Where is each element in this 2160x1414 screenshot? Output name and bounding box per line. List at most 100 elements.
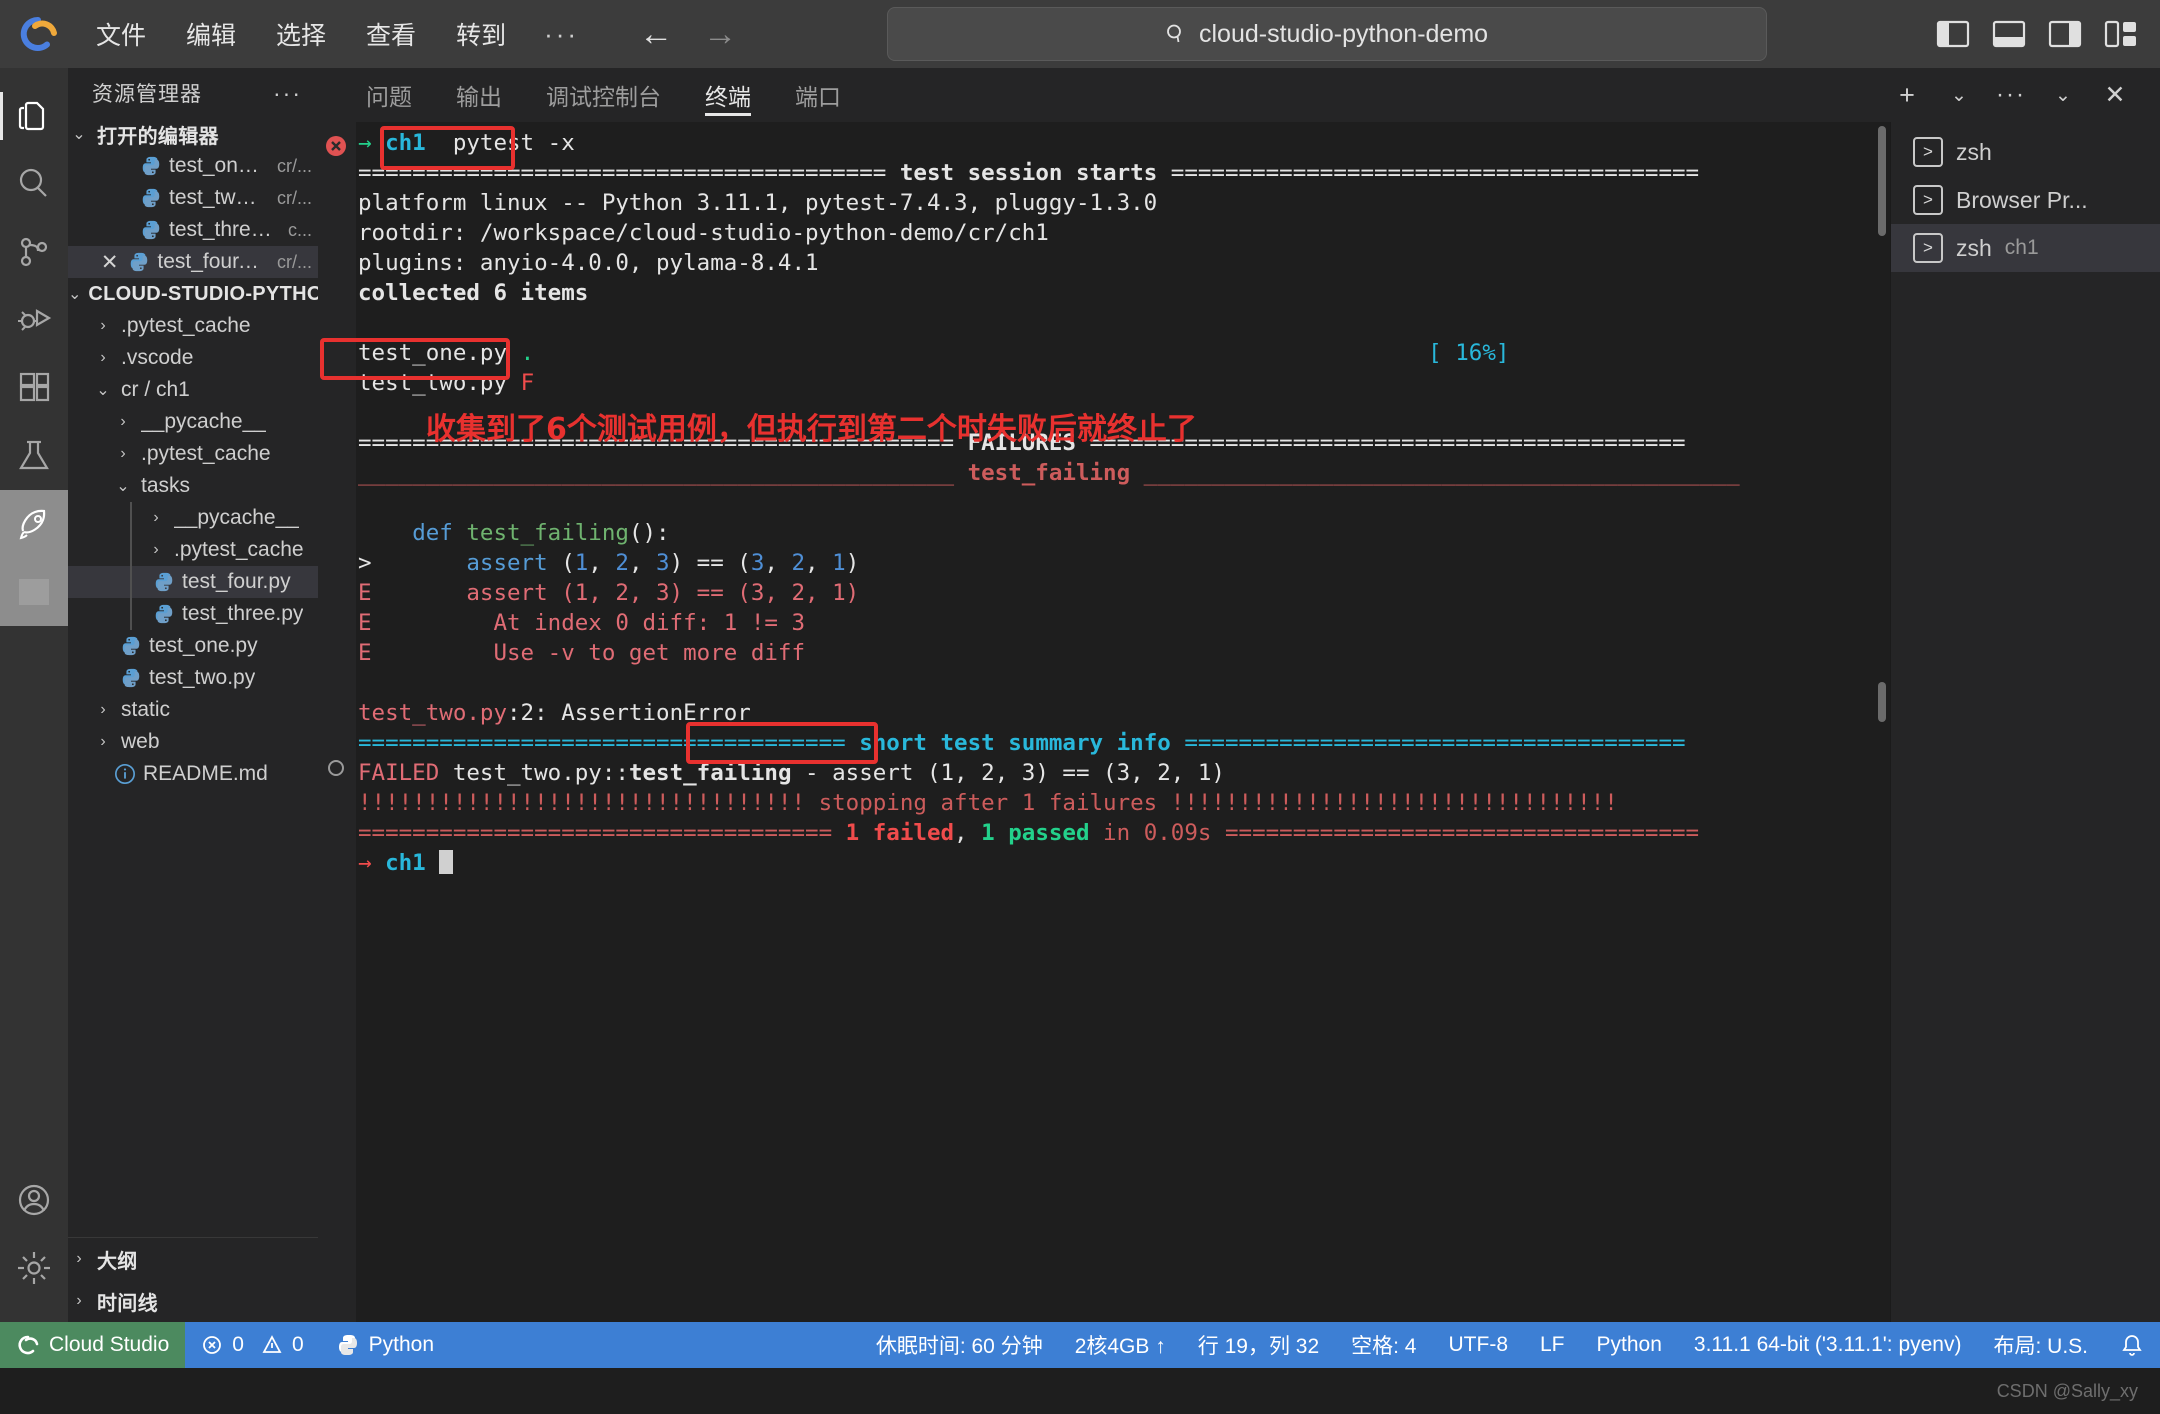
tab-debug-console[interactable]: 调试控制台 [524,68,683,122]
tree-item-test-one[interactable]: test_one.py [68,630,318,662]
terminal-list: > zsh > Browser Pr... > zsh ch1 [1890,122,2160,1322]
chevron-right-icon: › [153,541,159,558]
customize-layout-icon[interactable] [2104,19,2138,49]
close-panel-icon[interactable]: ✕ [2092,72,2138,118]
terminal-list-sublabel: ch1 [2004,236,2039,259]
status-python-env[interactable]: Python [320,1322,450,1368]
status-sleep-time[interactable]: 休眠时间: 60 分钟 [860,1322,1059,1368]
status-language-env: Python [368,1333,435,1356]
tree-item-label: .vscode [121,346,194,369]
terminal-scrollbar-thumb[interactable] [1878,682,1886,722]
tab-ports[interactable]: 端口 [773,68,863,122]
tree-item-pytest-cache[interactable]: › .pytest_cache [68,310,318,342]
explorer-more-icon[interactable]: ··· [273,80,302,107]
status-language-mode[interactable]: Python [1581,1322,1678,1368]
info-icon [115,764,135,784]
menu-file[interactable]: 文件 [76,10,166,58]
open-editor-name: test_three.py [169,218,274,241]
tree-item-web[interactable]: › web [68,726,318,758]
open-editor-item[interactable]: ✕ test_four.py cr/... [68,246,318,278]
section-project-root[interactable]: ⌄ CLOUD-STUDIO-PYTHO... [68,278,318,310]
open-editor-item[interactable]: test_three.py c... [68,214,318,246]
toggle-panel-icon[interactable] [1992,19,2026,49]
section-outline[interactable]: › 大纲 [68,1238,318,1280]
status-brand[interactable]: Cloud Studio [0,1322,186,1368]
status-cursor-position[interactable]: 行 19，列 32 [1182,1322,1335,1368]
search-icon[interactable] [0,150,68,218]
status-interpreter[interactable]: 3.11.1 64-bit ('3.11.1': pyenv) [1678,1322,1978,1368]
menu-view[interactable]: 查看 [346,10,436,58]
indent-guide [130,534,132,566]
tab-output[interactable]: 输出 [434,68,524,122]
terminal-dropdown-icon[interactable]: ⌄ [1936,72,1982,118]
terminal-cursor [439,850,454,874]
square-icon[interactable] [0,558,68,626]
toggle-primary-sidebar-icon[interactable] [1936,19,1970,49]
status-notifications[interactable] [2104,1322,2160,1368]
indent-guide [130,598,132,630]
tree-item-test-three[interactable]: test_three.py [68,598,318,630]
status-resources[interactable]: 2核4GB ↑ [1059,1322,1182,1368]
status-encoding[interactable]: UTF-8 [1433,1322,1525,1368]
tree-item-static[interactable]: › static [68,694,318,726]
indent-guide [130,566,132,598]
arrow-right-icon[interactable]: → [703,17,737,51]
settings-gear-icon[interactable] [0,1234,68,1302]
status-problems[interactable]: 0 0 [185,1322,319,1368]
new-terminal-icon[interactable]: + [1884,72,1930,118]
status-eol[interactable]: LF [1524,1322,1581,1368]
panel-more-icon[interactable]: ··· [1988,72,2034,118]
status-indentation[interactable]: 空格: 4 [1335,1322,1432,1368]
open-editor-path: c... [287,219,312,240]
terminal-prompt-line: → ch1 [358,848,1890,878]
tree-item-pycache[interactable]: › __pycache__ [68,406,318,438]
terminal-line: ________________________________________… [358,460,1740,486]
tree-item-cr-ch1[interactable]: ⌄ cr / ch1 [68,374,318,406]
explorer-icon[interactable] [0,82,68,150]
search-input[interactable]: cloud-studio-python-demo [886,7,1767,61]
menu-go[interactable]: 转到 [436,10,526,58]
status-error-count: 0 [232,1333,244,1356]
extensions-icon[interactable] [0,354,68,422]
annotation-text: 收集到了6个测试用例，但执行到第二个时失败后就终止了 [426,412,1197,447]
terminal-list-item[interactable]: > Browser Pr... [1891,176,2160,224]
panel-tab-bar: 问题 输出 调试控制台 终端 端口 + ⌄ ··· ⌄ ✕ [318,68,2160,122]
open-editor-item[interactable]: test_one.py cr/... [68,150,318,182]
open-editor-item[interactable]: test_two.py cr/... [68,182,318,214]
run-and-debug-icon[interactable] [0,286,68,354]
section-timeline[interactable]: › 时间线 [68,1280,318,1322]
terminal-list-item[interactable]: > zsh [1891,128,2160,176]
testing-flask-icon[interactable] [0,422,68,490]
close-icon[interactable]: ✕ [98,250,121,275]
tree-item-vscode[interactable]: › .vscode [68,342,318,374]
toggle-secondary-sidebar-icon[interactable] [2048,19,2082,49]
accounts-icon[interactable] [0,1166,68,1234]
tab-problems[interactable]: 问题 [344,68,434,122]
tree-item-tasks[interactable]: ⌄ tasks [68,470,318,502]
terminal-list-label: zsh [1956,138,1992,165]
tree-item-readme[interactable]: README.md [68,758,318,790]
terminal-output[interactable]: → ch1 pytest -x =========================… [318,122,1890,1322]
tab-terminal[interactable]: 终端 [683,68,773,122]
arrow-left-icon[interactable]: ← [639,17,673,51]
menu-more-icon[interactable]: ··· [526,15,597,54]
cloud-studio-icon [18,1335,39,1355]
tree-item-test-two[interactable]: test_two.py [68,662,318,694]
section-open-editors[interactable]: ⌄ 打开的编辑器 [68,118,318,150]
collapse-panel-icon[interactable]: ⌄ [2040,72,2086,118]
terminal-list-item[interactable]: > zsh ch1 [1891,224,2160,272]
terminal-text: → ch1 pytest -x =========================… [358,122,1890,1322]
tree-item-test-four[interactable]: test_four.py [68,566,318,598]
chevron-right-icon: › [76,1292,82,1309]
menu-selection[interactable]: 选择 [256,10,346,58]
source-control-icon[interactable] [0,218,68,286]
rocket-icon[interactable] [0,490,68,558]
tree-item-pytest-cache[interactable]: › .pytest_cache [68,438,318,470]
chevron-right-icon: › [100,733,106,750]
tree-item-pycache[interactable]: › __pycache__ [68,502,318,534]
menu-edit[interactable]: 编辑 [166,10,256,58]
status-keyboard-layout[interactable]: 布局: U.S. [1977,1322,2104,1368]
terminal-scrollbar[interactable] [1878,126,1886,236]
tree-item-pytest-cache[interactable]: › .pytest_cache [68,534,318,566]
